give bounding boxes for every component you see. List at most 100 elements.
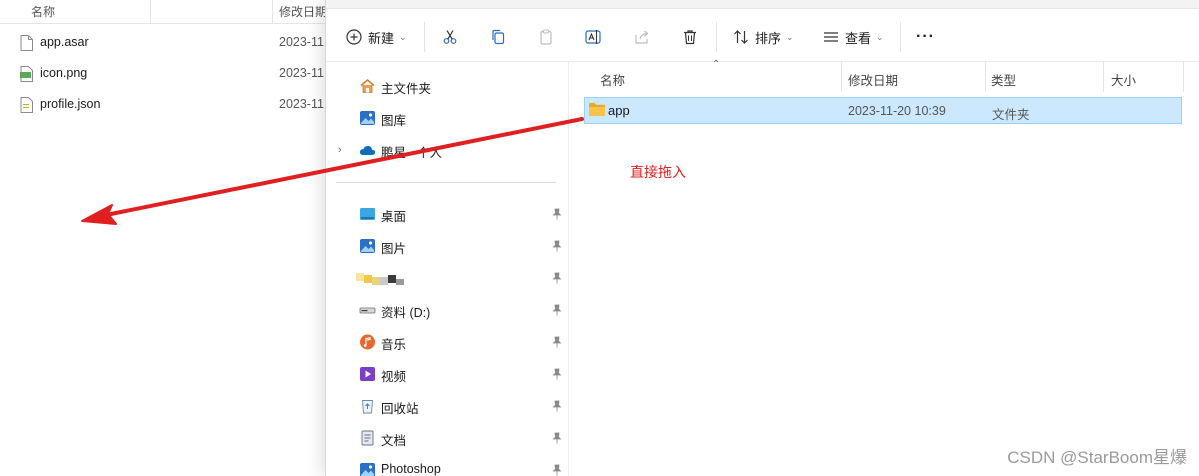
nav-item-label: 主文件夹 [381, 82, 432, 96]
documents-icon [361, 430, 374, 446]
nav-item-drive-d[interactable]: 资料 (D:) [326, 295, 569, 325]
bg-file-row[interactable]: profile.json 2023-11 [0, 90, 330, 120]
home-icon [360, 78, 375, 93]
file-icon [20, 35, 33, 51]
background-explorer-window: 名称 修改日期 app.asar 2023-11 icon.png 2023-1… [0, 0, 330, 476]
column-separator[interactable] [1183, 62, 1184, 92]
column-header: ⌃ 名称 修改日期 类型 大小 [570, 59, 1199, 92]
pictures-icon [360, 239, 375, 253]
delete-button[interactable] [682, 24, 698, 50]
chevron-down-icon: ⌄ [786, 31, 794, 42]
copy-button[interactable] [490, 24, 506, 50]
nav-item-pictures[interactable]: 图片 [326, 231, 569, 261]
column-modified[interactable]: 修改日期 [848, 70, 898, 89]
bg-column-separator[interactable] [272, 0, 273, 24]
png-icon [20, 66, 33, 82]
view-button-label: 查看 [845, 30, 872, 46]
more-options-icon: ··· [916, 28, 935, 45]
bg-file-row[interactable]: app.asar 2023-11 [0, 28, 330, 58]
drive-icon [359, 307, 376, 314]
cut-button[interactable] [442, 24, 458, 50]
nav-item-label: 文档 [381, 434, 407, 448]
nav-item-home[interactable]: 主文件夹 [326, 71, 569, 101]
blurred-folder-icon [356, 273, 404, 285]
bg-file-name: app.asar [40, 35, 89, 49]
share-icon [635, 30, 649, 44]
pin-icon[interactable] [552, 368, 562, 380]
copy-icon [492, 29, 505, 45]
pin-icon[interactable] [552, 432, 562, 444]
music-icon [360, 334, 375, 350]
rename-button[interactable] [585, 24, 603, 50]
file-list-pane: ⌃ 名称 修改日期 类型 大小 app 2023-11-20 10:39 文件夹 [570, 59, 1199, 476]
video-icon [360, 367, 375, 381]
column-separator[interactable] [841, 62, 842, 92]
nav-item-photoshop[interactable]: Photoshop [326, 455, 569, 476]
nav-item-videos[interactable]: 视频 [326, 359, 569, 389]
sort-button[interactable]: 排序 ⌄ [733, 24, 794, 50]
bg-file-name: profile.json [40, 97, 101, 111]
chevron-right-icon[interactable]: › [338, 144, 342, 156]
rename-icon [585, 30, 601, 44]
bg-file-name: icon.png [40, 66, 88, 80]
view-button[interactable]: 查看 ⌄ [823, 24, 884, 50]
nav-item-music[interactable]: 音乐 [326, 327, 569, 357]
toolbar-divider [900, 22, 901, 52]
bg-file-date: 2023-11 [279, 66, 324, 80]
bg-file-date: 2023-11 [279, 35, 324, 49]
sort-icon [734, 30, 748, 44]
bg-column-modified[interactable]: 修改日期 [279, 3, 327, 20]
toolbar-divider [424, 22, 425, 52]
list-view-icon [824, 32, 838, 42]
nav-item-label: 桌面 [381, 210, 407, 224]
chevron-down-icon: ⌄ [399, 31, 407, 42]
pin-icon[interactable] [552, 208, 562, 220]
nav-item-label: Photoshop [381, 462, 441, 476]
nav-item-label: 音乐 [381, 338, 407, 352]
bg-column-separator[interactable] [150, 0, 151, 24]
share-button[interactable] [634, 24, 650, 50]
new-button[interactable]: 新建 ⌄ [346, 24, 407, 50]
json-file-icon [20, 97, 33, 113]
chevron-down-icon: ⌄ [876, 31, 884, 42]
nav-item-gallery[interactable]: 图库 [326, 103, 569, 133]
more-options-button[interactable]: ··· [916, 24, 935, 50]
desktop-icon [360, 208, 375, 220]
nav-item-label: 图库 [381, 114, 407, 128]
sort-ascending-icon: ⌃ [712, 59, 721, 70]
navigation-pane: 主文件夹 图库 › 鹏星 - 个人 桌面 图片 资料 (D:) 音乐 视频 回收… [326, 62, 569, 476]
paste-button[interactable] [538, 24, 554, 50]
pin-icon[interactable] [552, 400, 562, 412]
pin-icon[interactable] [552, 272, 562, 284]
window-top-strip [326, 0, 1199, 9]
nav-item-label: 鹏星 - 个人 [381, 146, 443, 160]
nav-item-label: 资料 (D:) [381, 306, 431, 320]
nav-item-desktop[interactable]: 桌面 [326, 199, 569, 229]
pin-icon[interactable] [552, 336, 562, 348]
bg-column-name[interactable]: 名称 [31, 3, 55, 20]
watermark: CSDN @StarBoom星爆 [1007, 448, 1187, 467]
nav-item-blurred[interactable] [326, 263, 569, 293]
nav-item-documents[interactable]: 文档 [326, 423, 569, 453]
column-separator[interactable] [985, 62, 986, 92]
nav-item-label: 回收站 [381, 402, 419, 416]
cloud-icon [359, 145, 376, 155]
pin-icon[interactable] [552, 464, 562, 476]
column-name[interactable]: 名称 [600, 70, 625, 89]
nav-item-label: 图片 [381, 242, 407, 256]
file-type: 文件夹 [992, 108, 1030, 122]
pin-icon[interactable] [552, 240, 562, 252]
file-row-selected[interactable]: app 2023-11-20 10:39 文件夹 [584, 97, 1182, 124]
bg-column-header: 名称 修改日期 [0, 0, 330, 24]
nav-item-recycle-bin[interactable]: 回收站 [326, 391, 569, 421]
recycle-bin-icon [362, 400, 373, 414]
explorer-window: 新建 ⌄ 排序 ⌄ 查看 ⌄ ··· 主文件夹 图库 › 鹏星 - 个人 桌面 … [325, 0, 1199, 476]
bg-file-row[interactable]: icon.png 2023-11 [0, 59, 330, 89]
column-separator[interactable] [1103, 62, 1104, 92]
column-size[interactable]: 大小 [1111, 70, 1136, 89]
nav-item-onedrive[interactable]: › 鹏星 - 个人 [326, 135, 569, 165]
scissors-icon [443, 30, 457, 44]
column-type[interactable]: 类型 [991, 70, 1016, 89]
pin-icon[interactable] [552, 304, 562, 316]
toolbar-divider [716, 22, 717, 52]
